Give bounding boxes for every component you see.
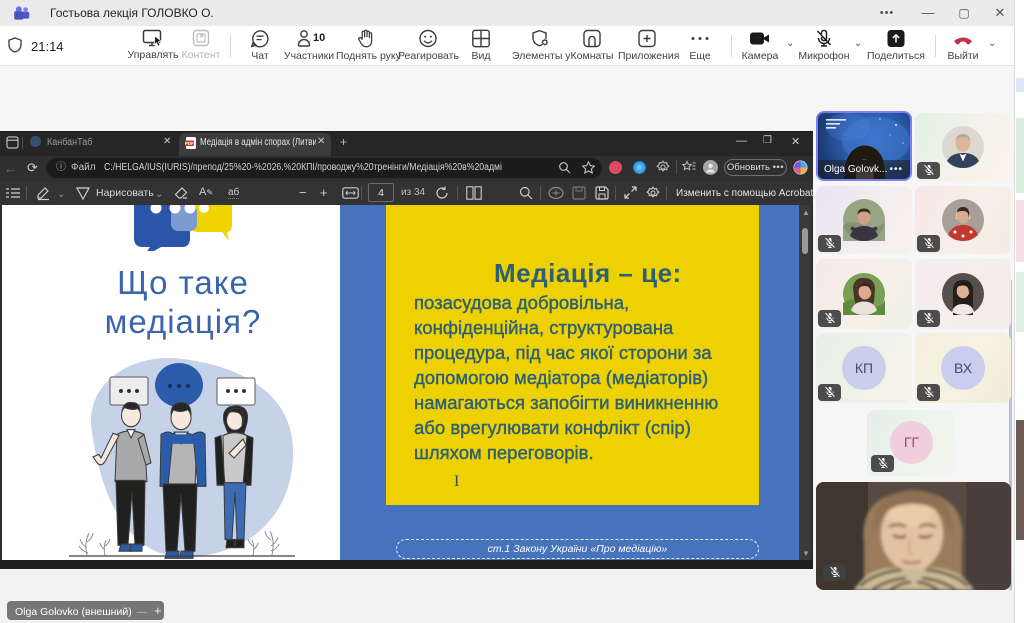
- svg-text:PDF: PDF: [185, 141, 194, 146]
- svg-text:10: 10: [313, 32, 325, 44]
